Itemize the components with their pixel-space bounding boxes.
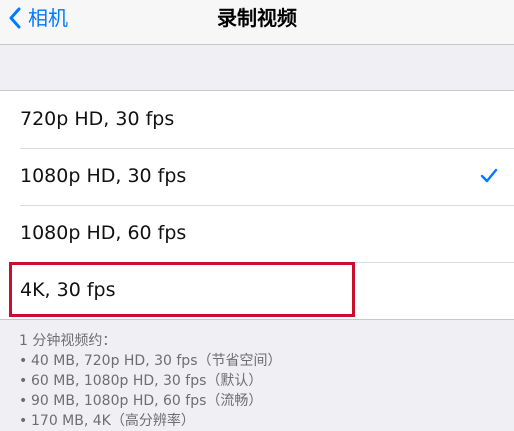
option-label: 1080p HD, 30 fps bbox=[20, 165, 187, 187]
option-label: 4K, 30 fps bbox=[20, 279, 116, 301]
option-1080p-60[interactable]: 1080p HD, 60 fps bbox=[0, 205, 514, 262]
footer-item-text: 60 MB, 1080p HD, 30 fps（默认） bbox=[31, 373, 263, 389]
video-format-list: 720p HD, 30 fps 1080p HD, 30 fps 1080p H… bbox=[0, 90, 514, 320]
option-label: 1080p HD, 60 fps bbox=[20, 222, 187, 244]
option-720p-30[interactable]: 720p HD, 30 fps bbox=[0, 91, 514, 148]
footer-note: 1 分钟视频约： • 40 MB, 720p HD, 30 fps（节省空间） •… bbox=[19, 331, 499, 431]
option-4k-30[interactable]: 4K, 30 fps bbox=[0, 262, 514, 319]
page-title: 录制视频 bbox=[217, 6, 297, 30]
option-label: 720p HD, 30 fps bbox=[20, 108, 175, 130]
footer-item: • 40 MB, 720p HD, 30 fps（节省空间） bbox=[19, 353, 282, 369]
footer-item: • 60 MB, 1080p HD, 30 fps（默认） bbox=[19, 373, 263, 389]
footer-item: • 90 MB, 1080p HD, 60 fps（流畅） bbox=[19, 393, 263, 409]
footer-item-text: 170 MB, 4K（高分辨率） bbox=[31, 413, 195, 429]
footer-item: • 170 MB, 4K（高分辨率） bbox=[19, 413, 195, 429]
section-spacer bbox=[0, 45, 514, 90]
footer-item-text: 40 MB, 720p HD, 30 fps（节省空间） bbox=[31, 353, 282, 369]
nav-bar: 相机 录制视频 bbox=[0, 0, 514, 45]
footer-item-text: 90 MB, 1080p HD, 60 fps（流畅） bbox=[31, 393, 263, 409]
option-1080p-30[interactable]: 1080p HD, 30 fps bbox=[0, 148, 514, 205]
checkmark-icon bbox=[480, 168, 498, 183]
footer-heading: 1 分钟视频约： bbox=[19, 333, 117, 349]
